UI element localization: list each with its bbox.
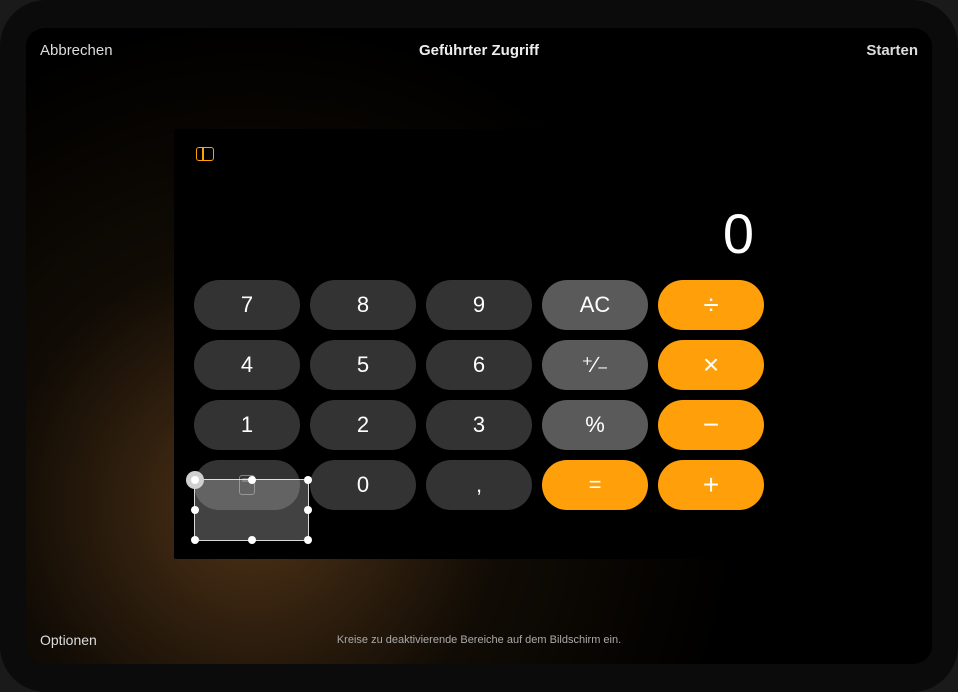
key-3[interactable]: 3 bbox=[426, 400, 532, 450]
top-bar: Abbrechen Geführter Zugriff Starten bbox=[26, 28, 932, 72]
key-7[interactable]: 7 bbox=[194, 280, 300, 330]
key-percent[interactable]: % bbox=[542, 400, 648, 450]
resize-handle-ml[interactable] bbox=[191, 506, 199, 514]
resize-handle-mr[interactable] bbox=[304, 506, 312, 514]
key-ac[interactable]: AC bbox=[542, 280, 648, 330]
calculator-app-preview: 0 7 8 9 AC ÷ 4 5 6 ⁺∕₋ × bbox=[174, 129, 784, 559]
key-plus[interactable]: + bbox=[658, 460, 764, 510]
calculator-display: 0 bbox=[194, 201, 764, 266]
key-equals[interactable]: = bbox=[542, 460, 648, 510]
key-8[interactable]: 8 bbox=[310, 280, 416, 330]
key-minus[interactable]: − bbox=[658, 400, 764, 450]
key-6[interactable]: 6 bbox=[426, 340, 532, 390]
instruction-hint: Kreise zu deaktivierende Bereiche auf de… bbox=[26, 634, 932, 646]
ipad-frame: Abbrechen Geführter Zugriff Starten 0 7 … bbox=[0, 0, 958, 692]
resize-handle-tl[interactable] bbox=[191, 476, 199, 484]
key-0[interactable]: 0 bbox=[310, 460, 416, 510]
resize-handle-tm[interactable] bbox=[248, 476, 256, 484]
key-9[interactable]: 9 bbox=[426, 280, 532, 330]
options-button[interactable]: Optionen bbox=[40, 632, 97, 648]
page-title: Geführter Zugriff bbox=[26, 42, 932, 59]
key-decimal[interactable]: , bbox=[426, 460, 532, 510]
key-plusminus[interactable]: ⁺∕₋ bbox=[542, 340, 648, 390]
resize-handle-bm[interactable] bbox=[248, 536, 256, 544]
start-button[interactable]: Starten bbox=[866, 42, 918, 59]
resize-handle-bl[interactable] bbox=[191, 536, 199, 544]
key-1[interactable]: 1 bbox=[194, 400, 300, 450]
cancel-button[interactable]: Abbrechen bbox=[40, 42, 113, 59]
resize-handle-br[interactable] bbox=[304, 536, 312, 544]
calculator-keypad: 7 8 9 AC ÷ 4 5 6 ⁺∕₋ × 1 bbox=[194, 280, 764, 510]
sidebar-toggle-icon bbox=[196, 147, 214, 161]
key-multiply[interactable]: × bbox=[658, 340, 764, 390]
screen: Abbrechen Geführter Zugriff Starten 0 7 … bbox=[26, 28, 932, 664]
key-4[interactable]: 4 bbox=[194, 340, 300, 390]
key-2[interactable]: 2 bbox=[310, 400, 416, 450]
key-divide[interactable]: ÷ bbox=[658, 280, 764, 330]
resize-handle-tr[interactable] bbox=[304, 476, 312, 484]
key-5[interactable]: 5 bbox=[310, 340, 416, 390]
bottom-bar: Optionen Kreise zu deaktivierende Bereic… bbox=[26, 616, 932, 664]
disabled-region-selection[interactable]: × bbox=[194, 479, 309, 541]
content-area[interactable]: 0 7 8 9 AC ÷ 4 5 6 ⁺∕₋ × bbox=[26, 72, 932, 616]
